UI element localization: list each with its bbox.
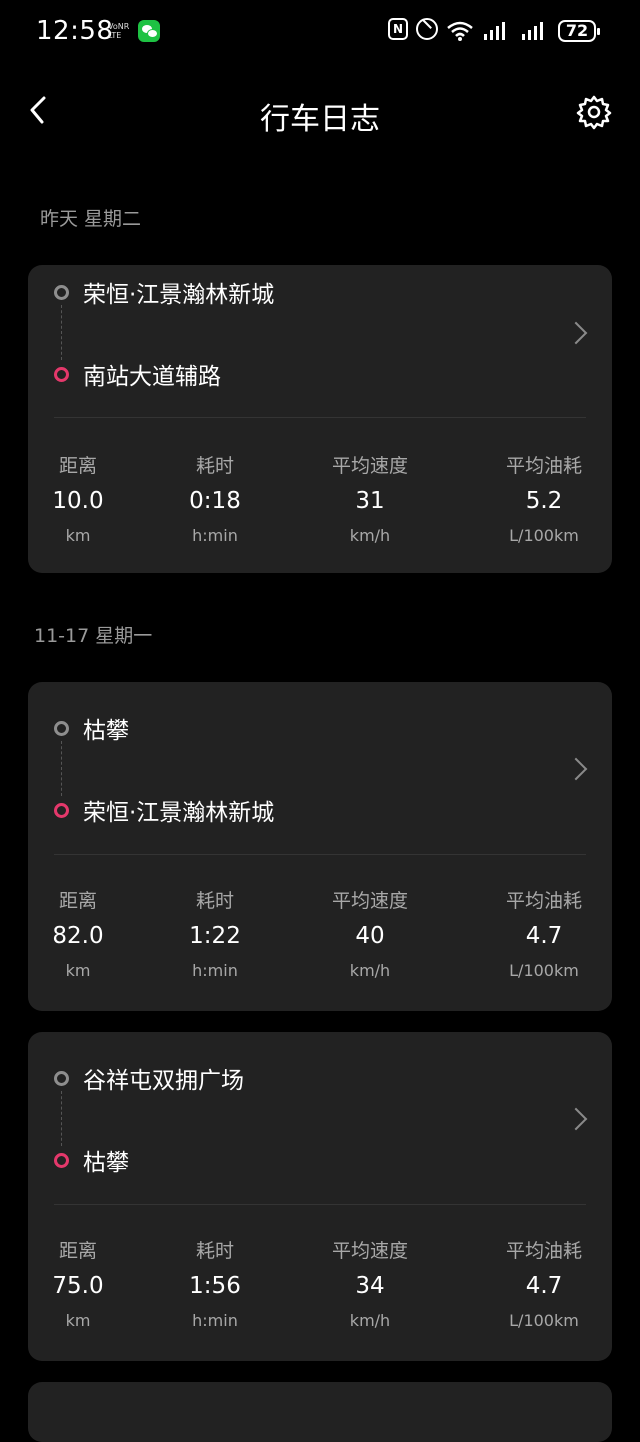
gear-icon[interactable] <box>574 92 614 132</box>
stat-label: 平均油耗 <box>505 455 582 477</box>
stat-label: 距离 <box>58 890 97 912</box>
stat-label: 平均油耗 <box>505 1240 582 1262</box>
start-location: 谷祥屯双拥广场 <box>83 1068 244 1094</box>
stat-value: 34 <box>355 1273 385 1299</box>
trip-card-partial[interactable] <box>28 1382 612 1442</box>
route-line <box>61 741 62 796</box>
section-date-yesterday: 昨天 星期二 <box>40 208 142 230</box>
divider <box>54 854 586 855</box>
stat-value: 40 <box>355 923 385 949</box>
start-location: 荣恒·江景瀚林新城 <box>83 282 275 308</box>
stat-label: 平均速度 <box>331 890 408 912</box>
stat-avg-speed: 平均速度 31 km/h <box>310 451 430 545</box>
app-header: 行车日志 <box>0 80 640 144</box>
stat-avg-speed: 平均速度 40 km/h <box>310 886 430 980</box>
stat-value: 10.0 <box>52 488 104 514</box>
stat-avg-speed: 平均速度 34 km/h <box>310 1236 430 1330</box>
end-location: 枯攀 <box>83 1150 129 1176</box>
stat-label: 平均速度 <box>331 1240 408 1262</box>
trip-card[interactable]: 枯攀 荣恒·江景瀚林新城 距离 82.0 km 耗时 1:22 h:min 平均… <box>28 682 612 1011</box>
stat-value: 4.7 <box>525 923 563 949</box>
alarm-icon <box>416 18 438 40</box>
stat-avg-fuel: 平均油耗 4.7 L/100km <box>484 1236 604 1330</box>
end-dot-icon <box>54 802 69 818</box>
end-location: 南站大道辅路 <box>83 364 221 390</box>
stat-unit: h:min <box>192 961 238 980</box>
stat-value: 0:18 <box>189 488 241 514</box>
signal-icon-2 <box>522 22 543 40</box>
stat-label: 耗时 <box>195 455 234 477</box>
chevron-right-icon[interactable] <box>564 757 588 781</box>
stat-label: 距离 <box>58 1240 97 1262</box>
status-time: 12:58 <box>36 16 114 46</box>
stat-duration: 耗时 1:22 h:min <box>155 886 275 980</box>
start-dot-icon <box>54 284 69 300</box>
stat-unit: h:min <box>192 526 238 545</box>
trip-start: 荣恒·江景瀚林新城 <box>54 277 275 308</box>
stat-distance: 距离 10.0 km <box>28 451 138 545</box>
end-dot-icon <box>54 366 69 382</box>
stat-distance: 距离 82.0 km <box>28 886 138 980</box>
stat-unit: km/h <box>349 1311 391 1330</box>
nfc-icon: N <box>388 18 408 40</box>
stat-avg-fuel: 平均油耗 5.2 L/100km <box>484 451 604 545</box>
end-location: 荣恒·江景瀚林新城 <box>83 800 275 826</box>
stat-avg-fuel: 平均油耗 4.7 L/100km <box>484 886 604 980</box>
trip-card[interactable]: 谷祥屯双拥广场 枯攀 距离 75.0 km 耗时 1:56 h:min 平均速度… <box>28 1032 612 1361</box>
stat-value: 5.2 <box>525 488 563 514</box>
route-line <box>61 305 62 360</box>
stat-unit: km <box>65 961 91 980</box>
route-line <box>61 1091 62 1146</box>
stat-label: 距离 <box>58 455 97 477</box>
stat-unit: km <box>65 1311 91 1330</box>
stat-unit: L/100km <box>509 961 579 980</box>
stat-unit: km/h <box>349 961 391 980</box>
chevron-right-icon[interactable] <box>564 321 588 345</box>
stat-value: 1:22 <box>189 923 241 949</box>
stat-value: 82.0 <box>52 923 104 949</box>
stat-value: 75.0 <box>52 1273 104 1299</box>
end-dot-icon <box>54 1152 69 1168</box>
page-title: 行车日志 <box>260 102 380 137</box>
stat-duration: 耗时 0:18 h:min <box>155 451 275 545</box>
stat-distance: 距离 75.0 km <box>28 1236 138 1330</box>
stat-label: 耗时 <box>195 890 234 912</box>
stat-label: 平均速度 <box>331 455 408 477</box>
stat-value: 1:56 <box>189 1273 241 1299</box>
stat-unit: km/h <box>349 526 391 545</box>
stat-unit: h:min <box>192 1311 238 1330</box>
stat-value: 31 <box>355 488 385 514</box>
divider <box>54 417 586 418</box>
stat-unit: L/100km <box>509 1311 579 1330</box>
section-date-1117: 11-17 星期一 <box>34 625 153 647</box>
carrier-bottom: LTE <box>108 31 122 40</box>
status-bar: 12:58 VoNR LTE N 72 <box>0 0 640 64</box>
trip-end: 荣恒·江景瀚林新城 <box>54 795 275 826</box>
stat-label: 耗时 <box>195 1240 234 1262</box>
stat-unit: L/100km <box>509 526 579 545</box>
carrier-indicator: VoNR LTE <box>108 22 129 40</box>
divider <box>54 1204 586 1205</box>
chevron-right-icon[interactable] <box>564 1107 588 1131</box>
trip-start: 谷祥屯双拥广场 <box>54 1063 244 1094</box>
trip-end: 南站大道辅路 <box>54 359 221 390</box>
wechat-notification-icon <box>138 20 160 42</box>
stat-value: 4.7 <box>525 1273 563 1299</box>
stat-duration: 耗时 1:56 h:min <box>155 1236 275 1330</box>
stat-unit: km <box>65 526 91 545</box>
start-location: 枯攀 <box>83 718 129 744</box>
stat-label: 平均油耗 <box>505 890 582 912</box>
wifi-icon <box>447 21 473 41</box>
trip-card[interactable]: 荣恒·江景瀚林新城 南站大道辅路 距离 10.0 km 耗时 0:18 h:mi… <box>28 265 612 573</box>
start-dot-icon <box>54 720 69 736</box>
start-dot-icon <box>54 1070 69 1086</box>
trip-end: 枯攀 <box>54 1145 129 1176</box>
carrier-top: VoNR <box>108 22 130 31</box>
signal-icon-1 <box>484 22 505 40</box>
battery-icon: 72 <box>558 20 600 42</box>
trip-start: 枯攀 <box>54 713 129 744</box>
